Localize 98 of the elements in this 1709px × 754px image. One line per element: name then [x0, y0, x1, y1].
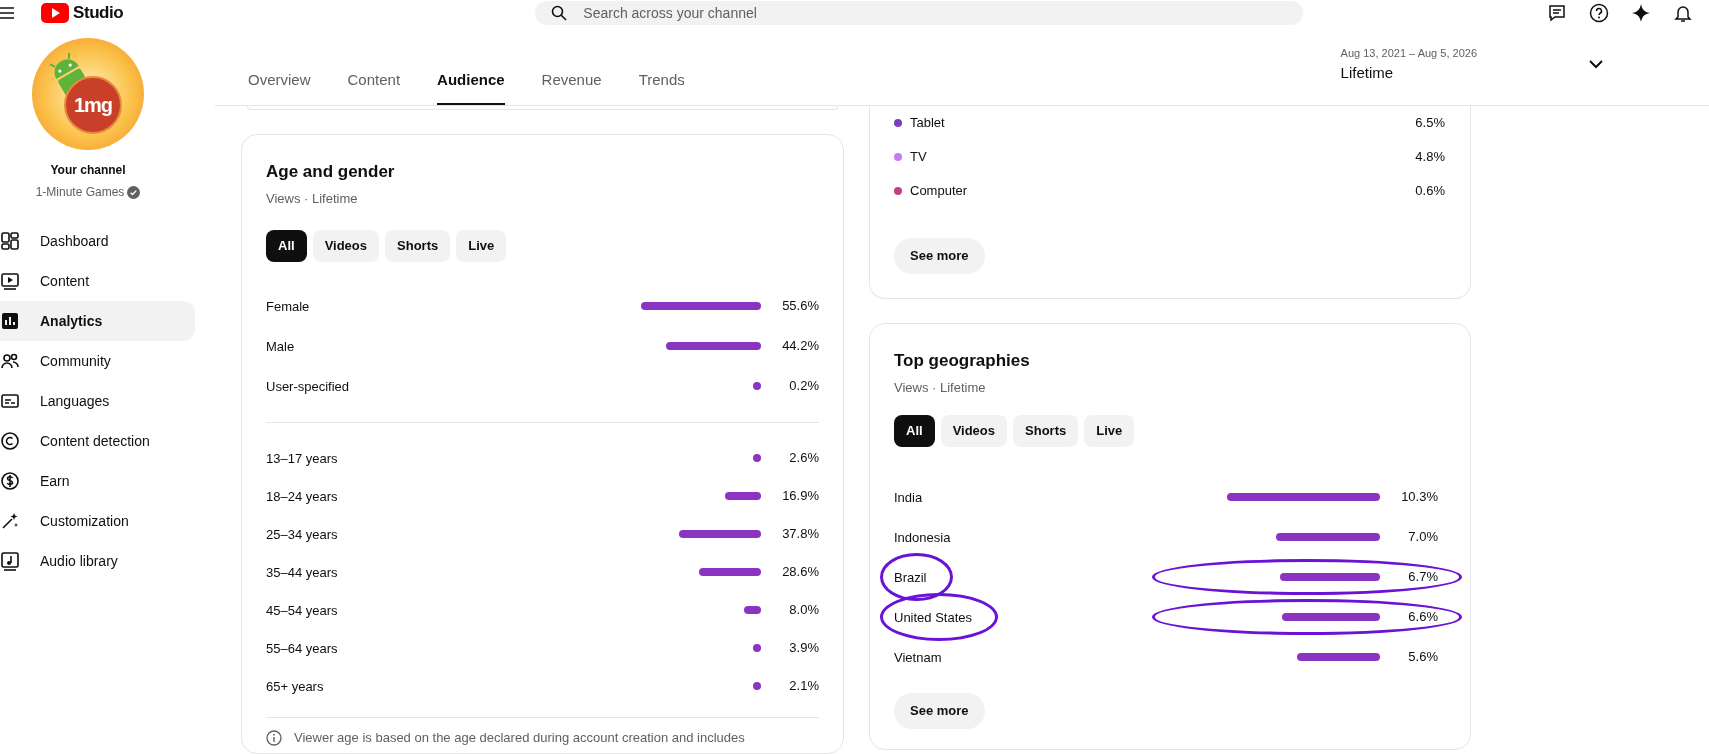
sidebar-item[interactable]: Earn	[0, 461, 195, 501]
video-icon	[0, 271, 20, 291]
percent-value: 0.6%	[1415, 182, 1445, 201]
see-more-button[interactable]: See more	[894, 693, 985, 729]
search-icon	[551, 5, 568, 21]
percent-value: 37.8%	[781, 525, 819, 544]
percent-value: 7.0%	[1407, 528, 1438, 547]
row-label: 13–17 years	[266, 451, 338, 466]
sidebar-item[interactable]: Customization	[0, 501, 195, 541]
bar	[752, 644, 761, 652]
help-icon[interactable]	[1589, 3, 1609, 23]
row-label: Male	[266, 339, 295, 354]
chart-icon	[0, 311, 20, 331]
bar	[753, 682, 761, 690]
dollar-icon	[0, 471, 20, 491]
filter-chip[interactable]: All	[266, 230, 307, 262]
row-label: Computer	[910, 182, 968, 201]
percent-value: 5.6%	[1407, 648, 1438, 667]
people-icon	[0, 351, 20, 371]
row-label: TV	[910, 148, 927, 167]
row-label: Brazil	[894, 570, 927, 585]
sidebar-item[interactable]: Analytics	[0, 301, 195, 341]
feedback-icon[interactable]	[1547, 3, 1567, 23]
tab[interactable]: Content	[347, 68, 401, 105]
filter-chip[interactable]: Videos	[940, 415, 1007, 447]
tab[interactable]: Trends	[638, 68, 685, 105]
period-text: Lifetime	[1340, 62, 1395, 83]
row-label: 45–54 years	[266, 603, 338, 618]
copyright-icon	[0, 431, 20, 451]
card-title: Top geographies	[894, 350, 1031, 372]
sidebar-item[interactable]: Content	[0, 261, 195, 301]
row-label: 18–24 years	[266, 489, 338, 504]
percent-value: 10.3%	[1400, 488, 1438, 507]
percent-value: 0.2%	[788, 377, 819, 396]
date-range-text: Aug 13, 2021 – Aug 5, 2026	[1340, 46, 1477, 61]
see-more-button[interactable]: See more	[894, 238, 985, 274]
sidebar-item[interactable]: Community	[0, 341, 195, 381]
row-label: United States	[894, 610, 973, 625]
sidebar-item[interactable]: Audio library	[0, 541, 195, 581]
music-note-icon	[0, 551, 20, 571]
percent-value: 2.1%	[788, 677, 819, 696]
percent-value: 6.5%	[1415, 114, 1445, 133]
magic-wand-icon	[0, 511, 20, 531]
sidebar-item[interactable]: Dashboard	[0, 221, 195, 261]
row-label: Tablet	[910, 114, 945, 133]
row-label: 25–34 years	[266, 527, 338, 542]
studio-logo-text: Studio	[73, 2, 124, 25]
subtitles-icon	[0, 391, 20, 411]
bar	[743, 606, 761, 614]
logo-text: 1mg	[73, 93, 113, 118]
card-subtitle: Views · Lifetime	[894, 378, 987, 397]
card-title: Age and gender	[266, 161, 396, 183]
bar	[724, 492, 761, 500]
percent-value: 16.9%	[781, 487, 819, 506]
percent-value: 6.7%	[1407, 568, 1438, 587]
row-label: User-specified	[266, 379, 350, 394]
percent-value: 28.6%	[781, 563, 819, 582]
percent-value: 8.0%	[788, 601, 819, 620]
channel-name[interactable]: 1-Minute Games	[35, 183, 125, 201]
tab[interactable]: Overview	[248, 68, 311, 105]
percent-value: 6.6%	[1407, 608, 1438, 627]
filter-chip[interactable]: All	[894, 415, 935, 447]
bar	[753, 454, 761, 462]
bell-icon[interactable]	[1673, 3, 1693, 23]
row-label: 55–64 years	[266, 641, 338, 656]
tab[interactable]: Audience	[437, 68, 505, 105]
channel-avatar[interactable]: 1mg	[32, 38, 144, 150]
footnote-text: Viewer age is based on the age declared during account creation and includes	[294, 729, 745, 747]
filter-chip[interactable]: Shorts	[385, 230, 451, 262]
row-label: India	[894, 490, 923, 505]
bar	[753, 382, 761, 390]
filter-chip[interactable]: Shorts	[1013, 415, 1079, 447]
percent-value: 55.6%	[781, 297, 819, 316]
info-icon	[266, 729, 282, 746]
row-label: Indonesia	[894, 530, 951, 545]
percent-value: 44.2%	[781, 337, 819, 356]
card-subtitle: Views · Lifetime	[266, 189, 359, 208]
play-logo-icon[interactable]	[41, 3, 69, 23]
bar	[699, 568, 761, 576]
percent-value: 2.6%	[788, 449, 819, 468]
menu-icon[interactable]	[0, 7, 14, 19]
row-label: 65+ years	[266, 679, 324, 694]
chevron-down-icon[interactable]	[1589, 60, 1603, 69]
filter-chip[interactable]: Live	[1084, 415, 1135, 447]
row-label: Vietnam	[894, 650, 942, 665]
row-label: Female	[266, 299, 310, 314]
sidebar-item[interactable]: Languages	[0, 381, 195, 421]
filter-chip[interactable]: Videos	[312, 230, 379, 262]
row-label: 35–44 years	[266, 565, 338, 580]
filter-chip[interactable]: Live	[456, 230, 507, 262]
grid-icon	[0, 231, 20, 251]
sparkle-icon[interactable]	[1631, 3, 1651, 23]
tab[interactable]: Revenue	[541, 68, 602, 105]
search-field[interactable]: Search across your channel	[535, 1, 1304, 25]
percent-value: 4.8%	[1415, 148, 1445, 167]
sidebar-item[interactable]: Content detection	[0, 421, 195, 461]
percent-value: 3.9%	[788, 639, 819, 658]
channel-label: Your channel	[50, 162, 126, 179]
